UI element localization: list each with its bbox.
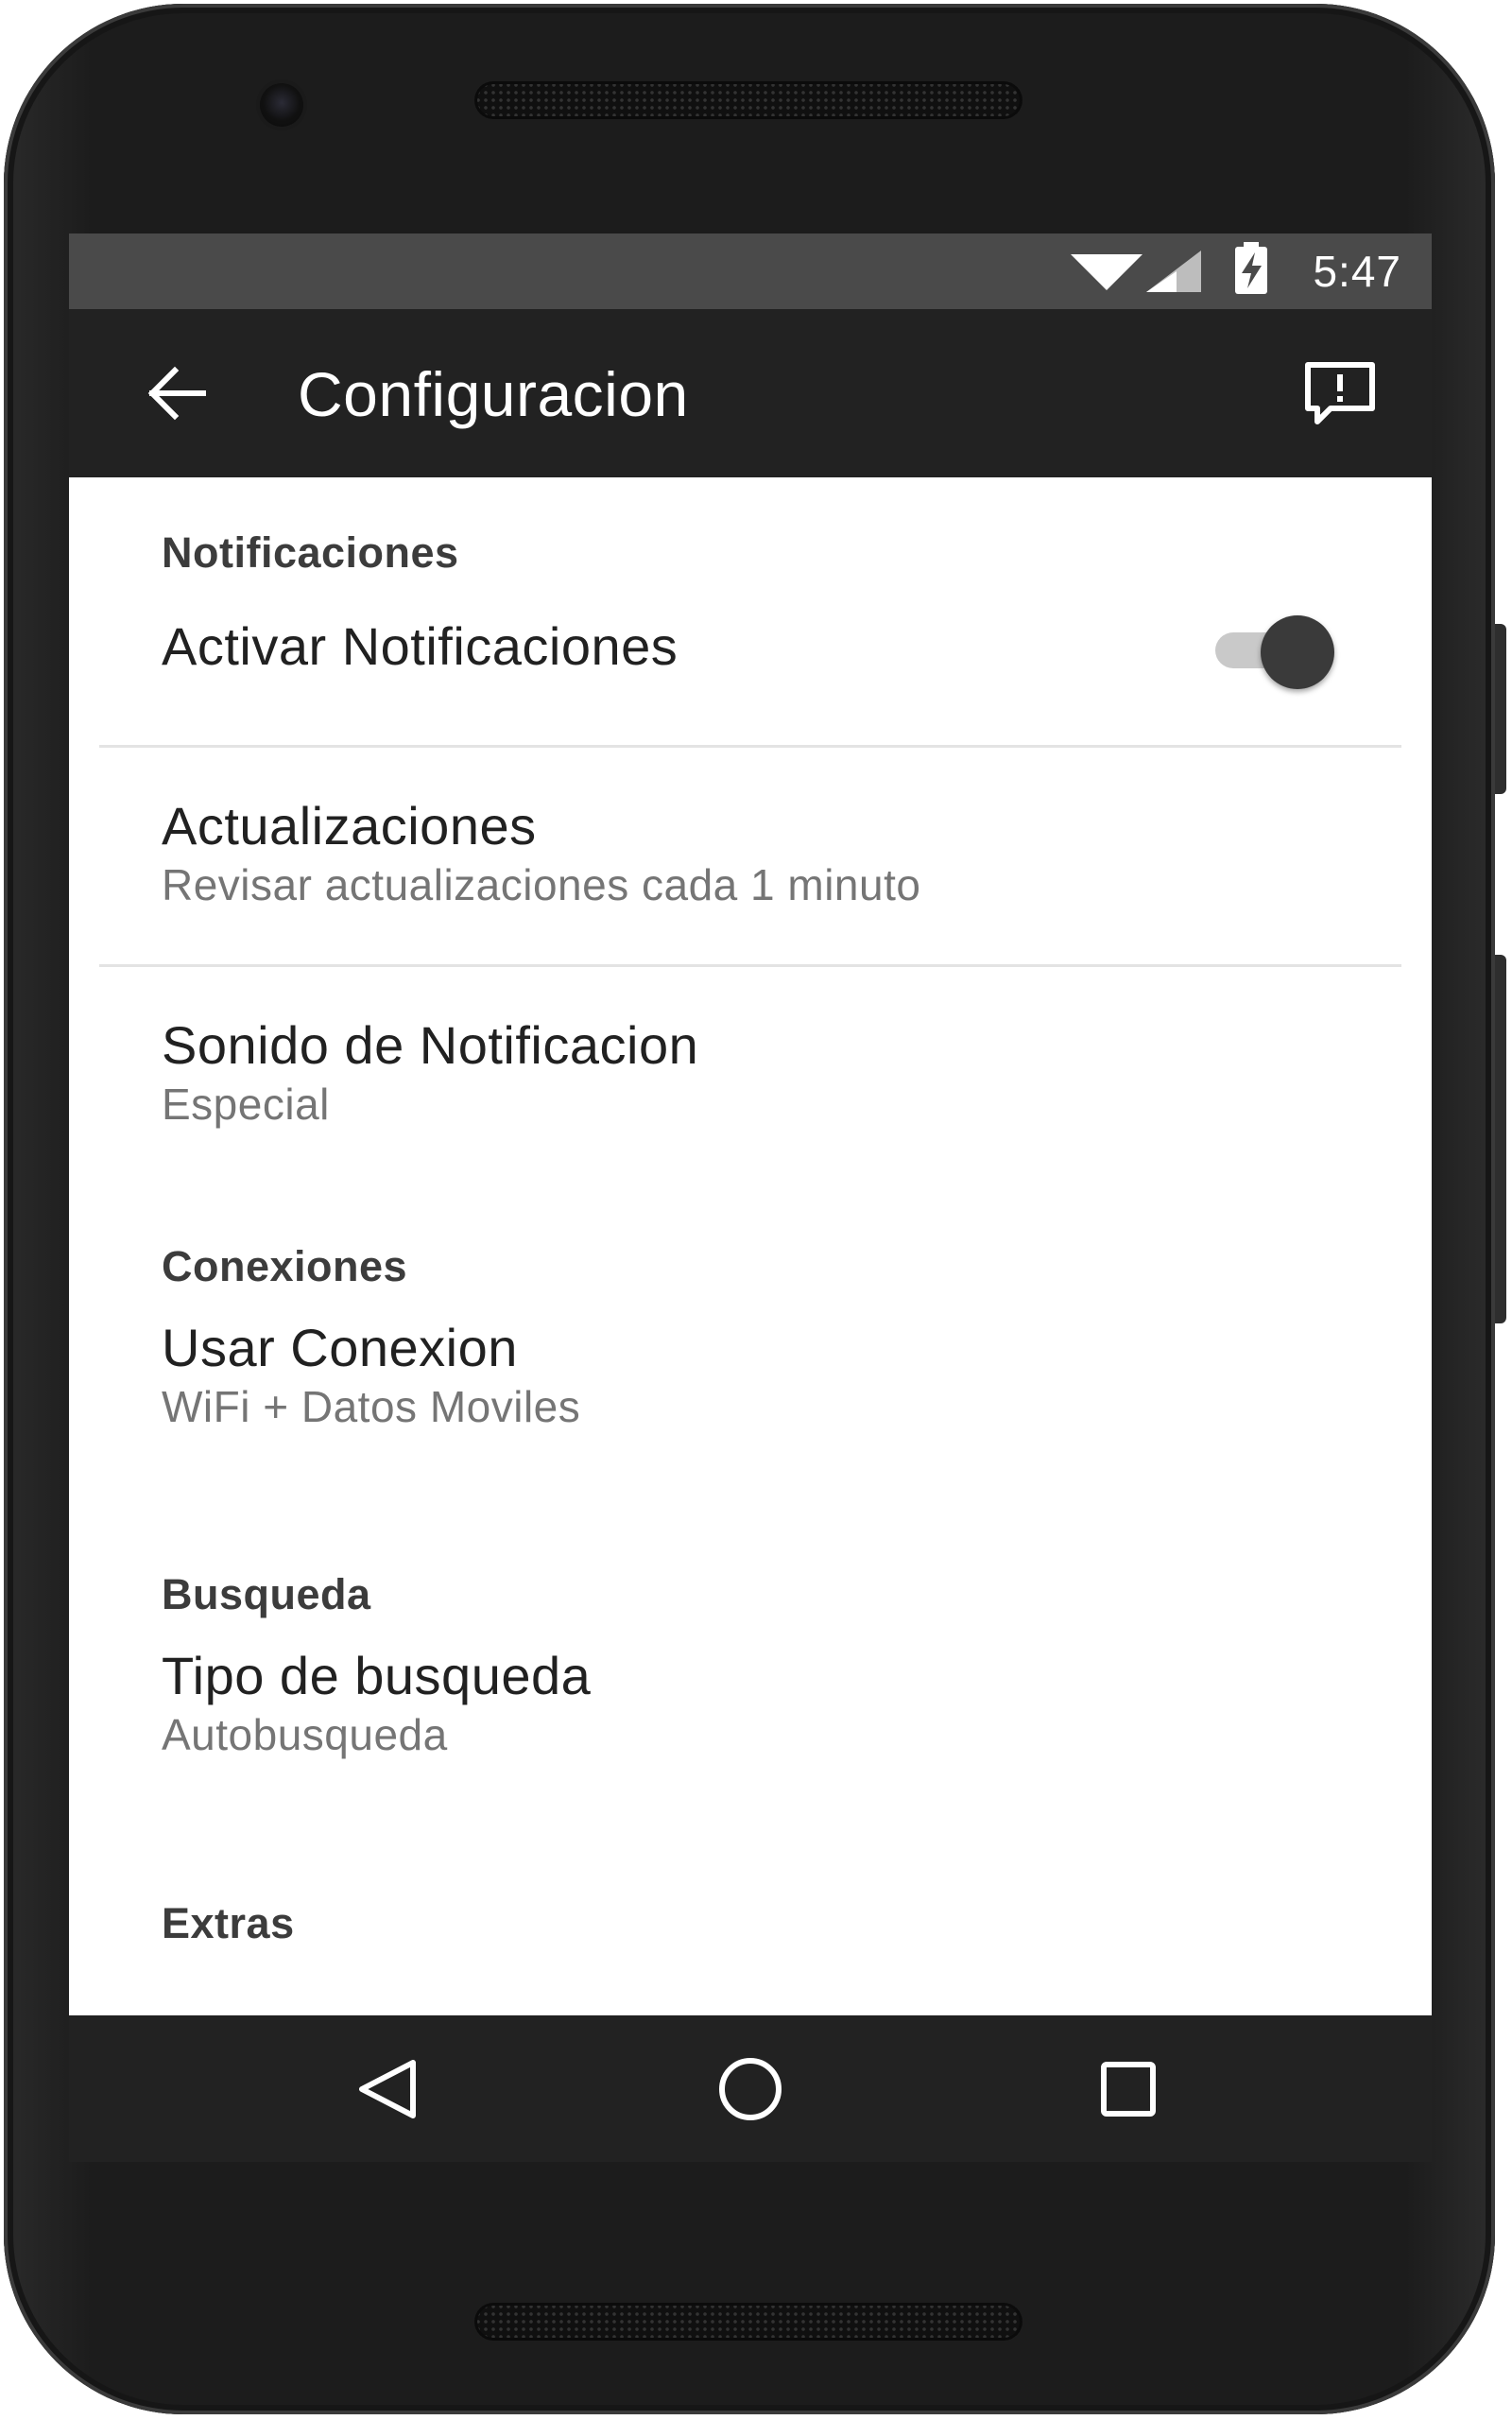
pref-title: Activar Notificaciones <box>162 616 679 676</box>
wifi-icon <box>1071 254 1143 290</box>
status-time: 5:47 <box>1313 247 1401 296</box>
nav-recents-button[interactable] <box>1076 2042 1180 2136</box>
screen: 5:47 Configuracion Notificaciones Activa… <box>69 233 1432 2015</box>
app-bar: Configuracion <box>69 309 1432 477</box>
battery-charging-icon <box>1235 242 1267 294</box>
pref-title: Sonido de Notificacion <box>162 1015 699 1075</box>
pref-sonido-de-notificacion[interactable]: Sonido de Notificacion Especial <box>69 967 1432 1184</box>
status-bar: 5:47 <box>69 233 1432 309</box>
section-header-conexiones: Conexiones <box>162 1242 408 1290</box>
pref-tipo-de-busqueda[interactable]: Tipo de busqueda Autobusqueda <box>69 1624 1432 1823</box>
section-header-busqueda: Busqueda <box>162 1570 371 1618</box>
page-title: Configuracion <box>298 359 689 429</box>
pref-activar-notificaciones[interactable]: Activar Notificaciones <box>69 572 1432 714</box>
home-circle-icon <box>719 2058 782 2120</box>
pref-summary: Especial <box>162 1080 330 1129</box>
pref-title: Tipo de busqueda <box>162 1646 592 1705</box>
pref-summary: Autobusqueda <box>162 1710 448 1759</box>
settings-list: Notificaciones Activar Notificaciones Ac… <box>69 477 1432 2015</box>
recents-square-icon <box>1101 2062 1156 2117</box>
pref-summary: WiFi + Datos Moviles <box>162 1382 581 1431</box>
status-icons <box>1071 242 1267 294</box>
volume-button <box>1495 955 1506 1323</box>
toggle-thumb <box>1261 615 1334 689</box>
pref-usar-conexion[interactable]: Usar Conexion WiFi + Datos Moviles <box>69 1296 1432 1495</box>
power-button <box>1495 624 1506 794</box>
top-speaker-grille <box>474 81 1022 119</box>
back-triangle-icon <box>359 2060 416 2118</box>
nav-back-button[interactable] <box>336 2042 440 2136</box>
nav-home-button[interactable] <box>698 2042 802 2136</box>
back-button[interactable] <box>135 353 216 434</box>
feedback-button[interactable] <box>1297 354 1383 430</box>
section-header-extras: Extras <box>162 1899 295 1947</box>
front-camera <box>260 83 303 127</box>
navigation-bar <box>69 2015 1432 2162</box>
pref-summary: Revisar actualizaciones cada 1 minuto <box>162 860 921 909</box>
pref-title: Actualizaciones <box>162 796 537 856</box>
pref-actualizaciones[interactable]: Actualizaciones Revisar actualizaciones … <box>69 748 1432 965</box>
arrow-back-icon <box>147 366 206 421</box>
notifications-toggle[interactable] <box>1208 610 1340 689</box>
bottom-speaker-grille <box>474 2303 1022 2341</box>
feedback-icon <box>1305 362 1375 424</box>
pref-title: Usar Conexion <box>162 1318 518 1377</box>
